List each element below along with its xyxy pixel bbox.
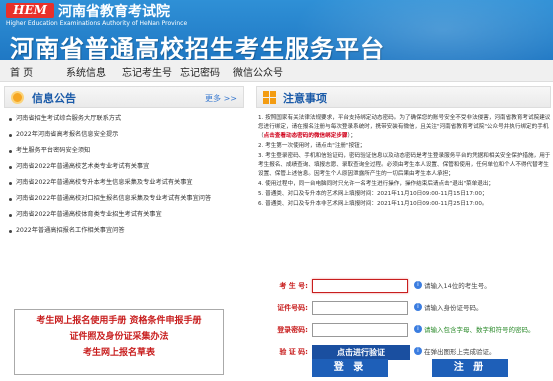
password-input[interactable] bbox=[312, 323, 408, 337]
manual-link[interactable]: 考生网上报名使用手册 资格条件申报手册 bbox=[15, 313, 223, 329]
circle-icon bbox=[11, 91, 24, 104]
list-item[interactable]: 河南省2022年普通高校艺术类专业考试有关事宜 bbox=[4, 162, 244, 172]
hem-logo: HEM bbox=[6, 3, 54, 18]
photo-id-link[interactable]: 证件照及身份证采集办法 bbox=[15, 329, 223, 345]
note-item: 4. 使用过程中，同一台电脑同时只允许一名考生进行操作，操作结束后请点击"退出"… bbox=[258, 181, 495, 187]
announcement-title: 信息公告 bbox=[32, 92, 76, 105]
note-item: 3. 考生登录密码、手机和信验证码，密码验证信息以及动态密码是考生登录服务平台的… bbox=[258, 153, 551, 177]
info-icon: i bbox=[414, 303, 422, 311]
org-name-en: Higher Education Examinations Authority … bbox=[6, 20, 188, 27]
notes-title: 注意事项 bbox=[283, 92, 327, 105]
announcement-header: 信息公告 更多 >> bbox=[4, 86, 244, 108]
list-item[interactable]: 2022年河南省高考报名信息安全提示 bbox=[4, 130, 244, 140]
exam-no-hint: i 请输入14位的考生号。 bbox=[414, 280, 491, 290]
list-item[interactable]: 河南省招生考试综合服务大厅联系方式 bbox=[4, 114, 244, 124]
id-row: 证件号码: i 请输入身份证号码。 bbox=[256, 298, 551, 320]
id-hint: i 请输入身份证号码。 bbox=[414, 302, 483, 312]
password-label: 登录密码: bbox=[277, 326, 308, 334]
list-item[interactable]: 河南省2022年普通高校专升本考生信息采集及专业考试有关事宜 bbox=[4, 178, 244, 188]
info-icon: i bbox=[414, 325, 422, 333]
wechat-bind-link[interactable]: 点击查看动态密码的微信绑定步骤 bbox=[264, 133, 348, 139]
site-header: HEM 河南省教育考试院 Higher Education Examinatio… bbox=[0, 0, 553, 60]
list-item[interactable]: 2022年普通高招报名工作相关事宜问答 bbox=[4, 226, 244, 236]
info-icon: i bbox=[414, 347, 422, 355]
exam-no-input[interactable] bbox=[312, 279, 408, 293]
id-input[interactable] bbox=[312, 301, 408, 315]
manual-links-box: 考生网上报名使用手册 资格条件申报手册 证件照及身份证采集办法 考生网上报名草表 bbox=[14, 309, 224, 375]
nav-forgot-password[interactable]: 忘记密码 bbox=[180, 64, 220, 79]
nav-system-info[interactable]: 系统信息 bbox=[66, 64, 106, 79]
notes-header: 注意事项 bbox=[256, 86, 551, 108]
notes-panel: 注意事项 1. 按照国家有关法律法规要求，平台支持绑定动态密码。为了确保您的账号… bbox=[256, 86, 551, 210]
draft-form-link[interactable]: 考生网上报名草表 bbox=[15, 345, 223, 361]
login-form: 考 生 号: i 请输入14位的考生号。 证件号码: i 请输入身份证号码。 登录密… bbox=[256, 276, 551, 377]
id-label: 证件号码: bbox=[277, 304, 308, 312]
list-item[interactable]: 考生服务平台密码安全须知 bbox=[4, 146, 244, 156]
password-hint: i 请输入包含字母、数字和符号的密码。 bbox=[414, 324, 535, 334]
info-icon: i bbox=[414, 281, 422, 289]
captcha-label: 验 证 码: bbox=[279, 348, 308, 356]
list-item[interactable]: 河南省2022年普通高校对口招生报名信息采集及专业考试有关事宜问答 bbox=[4, 194, 236, 204]
nav-home[interactable]: 首 页 bbox=[10, 64, 33, 79]
announcement-list: 河南省招生考试综合服务大厅联系方式 2022年河南省高考报名信息安全提示 考生服… bbox=[4, 114, 244, 236]
note-item: 2. 考生第一次使用时，请点击"注册"按钮； bbox=[258, 143, 366, 149]
exam-no-row: 考 生 号: i 请输入14位的考生号。 bbox=[256, 276, 551, 298]
announcement-panel: 信息公告 更多 >> 河南省招生考试综合服务大厅联系方式 2022年河南省高考报… bbox=[4, 86, 244, 242]
notes-body: 1. 按照国家有关法律法规要求，平台支持绑定动态密码。为了确保您的账号安全不受非… bbox=[256, 114, 551, 209]
captcha-button[interactable]: 点击进行验证 bbox=[312, 345, 410, 360]
note-item: 5. 普通类、对口及专升本的艺术网上填报时间：2021年11月10日09:00-… bbox=[258, 191, 488, 197]
nav-wechat[interactable]: 微信公众号 bbox=[233, 64, 283, 79]
list-item[interactable]: 河南省2022年普通高校体育类专业招生考试有关事宜 bbox=[4, 210, 244, 220]
note-item: 6. 普通类、对口及专升本非艺术网上填报时间：2021年11月10日09:00-… bbox=[258, 201, 488, 207]
nav-forgot-exam-no[interactable]: 忘记考生号 bbox=[122, 64, 172, 79]
grid-icon bbox=[263, 91, 276, 104]
login-button[interactable]: 登 录 bbox=[312, 359, 388, 377]
org-name: 河南省教育考试院 bbox=[58, 4, 170, 20]
more-link[interactable]: 更多 >> bbox=[205, 93, 237, 104]
password-row: 登录密码: i 请输入包含字母、数字和符号的密码。 bbox=[256, 320, 551, 342]
note-item: 1. 按照国家有关法律法规要求，平台支持绑定动态密码。为了确保您的账号安全不受非… bbox=[258, 115, 551, 139]
platform-title: 河南省普通高校招生考生服务平台 bbox=[10, 35, 385, 60]
captcha-hint: i 在弹出图形上完成验证。 bbox=[414, 346, 496, 356]
top-nav: 首 页 系统信息 忘记考生号 忘记密码 微信公众号 bbox=[0, 60, 553, 82]
exam-no-label: 考 生 号: bbox=[279, 282, 308, 290]
register-button[interactable]: 注 册 bbox=[432, 359, 508, 377]
